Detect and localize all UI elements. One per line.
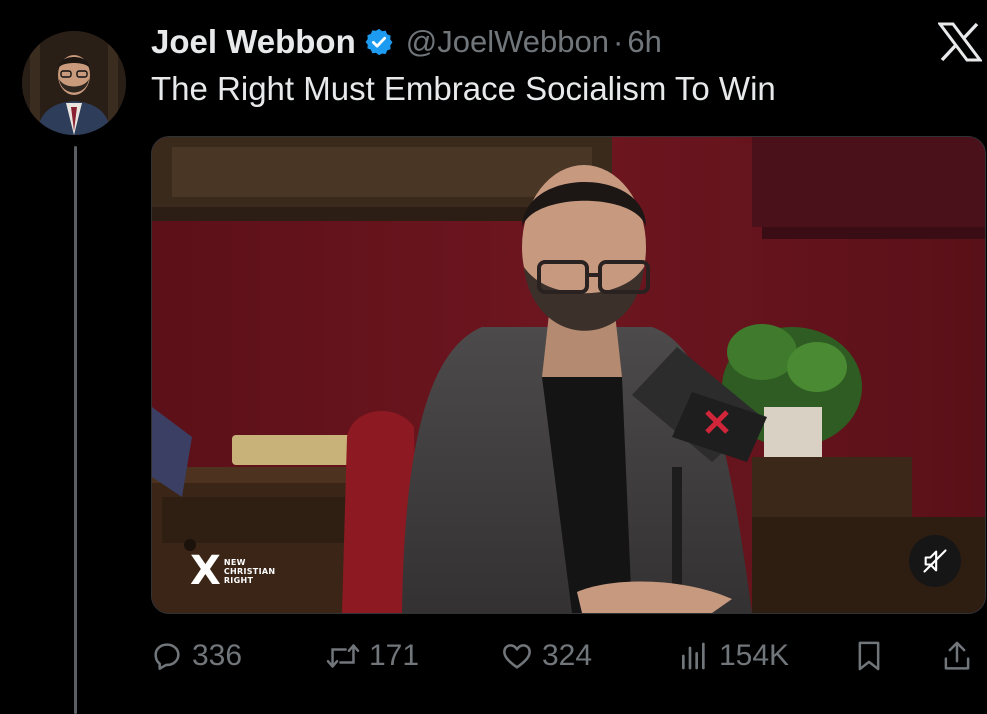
speech-bubble-icon — [154, 643, 180, 670]
heart-icon — [503, 644, 531, 669]
bookmark-icon — [858, 641, 880, 671]
tweet-text: The Right Must Embrace Socialism To Win — [151, 70, 776, 107]
watermark-text: NEW CHRISTIAN RIGHT — [223, 557, 276, 585]
video-player[interactable]: X NEW CHRISTIAN RIGHT — [151, 136, 986, 614]
repost-arrows-icon — [326, 644, 360, 668]
verified-badge-icon — [364, 27, 394, 57]
view-count: 154K — [719, 639, 790, 672]
thread-line — [74, 146, 77, 714]
views-button[interactable]: 154K — [678, 634, 789, 678]
author-handle[interactable]: @JoelWebbon — [406, 24, 609, 60]
share-upload-icon — [944, 641, 970, 670]
channel-watermark: X NEW CHRISTIAN RIGHT — [190, 551, 275, 591]
video-frame — [152, 137, 985, 613]
separator-dot: · — [613, 24, 624, 59]
reply-button[interactable]: 336 — [151, 634, 242, 678]
bookmark-button[interactable] — [853, 634, 885, 678]
timestamp[interactable]: 6h — [627, 24, 661, 60]
speaker-muted-icon — [923, 549, 947, 573]
avatar[interactable] — [22, 31, 126, 135]
action-bar: 336 171 324 154K — [151, 634, 981, 678]
like-button[interactable]: 324 — [501, 634, 592, 678]
reply-count: 336 — [192, 639, 243, 672]
mute-button[interactable] — [909, 535, 961, 587]
share-button[interactable] — [941, 634, 973, 678]
x-logo-icon[interactable] — [937, 22, 983, 62]
like-count: 324 — [542, 639, 593, 672]
repost-button[interactable]: 171 — [326, 634, 419, 678]
author-name[interactable]: Joel Webbon — [151, 23, 356, 61]
watermark-mark: X — [190, 548, 221, 594]
tweet-header: Joel Webbon @JoelWebbon · 6h — [151, 18, 662, 66]
repost-count: 171 — [369, 639, 420, 672]
bar-chart-icon — [682, 642, 705, 670]
